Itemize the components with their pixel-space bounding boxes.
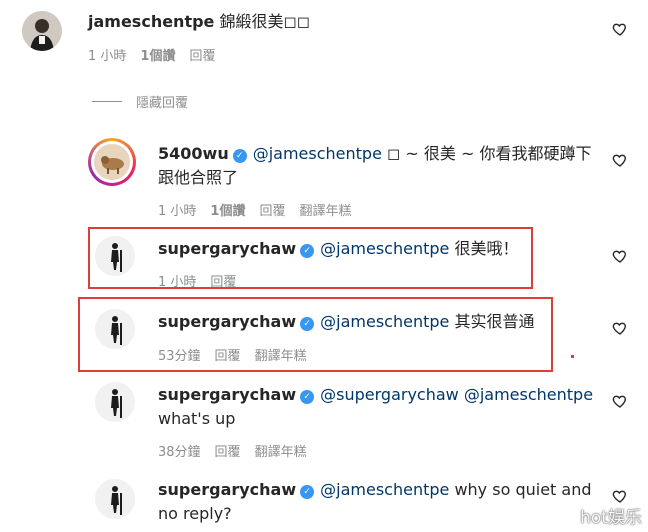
comment-supergarychaw-4: supergarychaw ✓ @jameschentpe why so quiet… — [0, 468, 648, 532]
avatar — [94, 144, 130, 180]
comment-body: 很美哦！ — [454, 239, 519, 258]
avatar[interactable] — [95, 382, 135, 422]
comment-supergarychaw-1: supergarychaw ✓ @jameschentpe 很美哦！ 1 小時 回覆 — [0, 225, 648, 290]
story-ring-avatar[interactable] — [88, 138, 136, 186]
comment-supergarychaw-3: supergarychaw ✓ @supergarychaw @jameschent… — [0, 373, 648, 468]
comment-body: what's up — [158, 409, 236, 428]
timestamp[interactable]: 1 小時 — [88, 45, 126, 64]
comment-supergarychaw-2: supergarychaw ✓ @jameschentpe 其实很普通 53分鐘 回… — [0, 298, 648, 368]
comment-meta: 38分鐘 回覆 翻譯年糕 — [158, 441, 307, 460]
timestamp[interactable]: 1 小時 — [158, 200, 196, 219]
timestamp[interactable]: 53分鐘 — [158, 345, 201, 364]
reply-button[interactable]: 回覆 — [189, 45, 215, 64]
heart-icon[interactable] — [612, 248, 628, 264]
watermark: hot娱乐 — [580, 508, 642, 528]
verified-badge-icon: ✓ — [300, 390, 315, 404]
mention-link[interactable]: @jameschentpe — [320, 312, 449, 331]
comment-meta: 1 小時 1個讚 回覆 — [88, 45, 215, 64]
reply-button[interactable]: 回覆 — [215, 441, 241, 460]
translate-button[interactable]: 翻譯年糕 — [255, 441, 307, 460]
mention-link[interactable]: @supergarychaw @jameschentpe — [320, 385, 593, 404]
comment-body: 錦緞很美◻◻ — [219, 12, 311, 31]
comment-meta: 1 小時 回覆 — [158, 271, 236, 290]
reply-button[interactable]: 回覆 — [210, 271, 236, 290]
heart-icon[interactable] — [612, 320, 628, 336]
comment-text: supergarychaw ✓ @jameschentpe 其实很普通 — [158, 310, 534, 334]
comment-5400wu: 5400wu ✓ @jameschentpe ◻ ~ 很美 ~ 你看我都硬蹲下 跟他… — [0, 130, 648, 220]
username[interactable]: jameschentpe — [88, 12, 214, 31]
timestamp[interactable]: 1 小時 — [158, 271, 196, 290]
comment-body-line2: 跟他合照了 — [158, 168, 239, 187]
verified-badge-icon: ✓ — [300, 485, 315, 499]
comment-jameschentpe: jameschentpe 錦緞很美◻◻ 1 小時 1個讚 回覆 — [0, 0, 648, 80]
red-dot-mark — [571, 355, 574, 358]
heart-icon[interactable] — [612, 152, 628, 168]
comment-meta: 53分鐘 回覆 翻譯年糕 — [158, 345, 307, 364]
divider-line — [92, 101, 122, 102]
mention-link[interactable]: @jameschentpe — [320, 480, 449, 499]
comment-body: why so quiet and — [454, 480, 592, 499]
like-count[interactable]: 1個讚 — [210, 200, 245, 219]
comment-text: supergarychaw ✓ @jameschentpe why so quiet… — [158, 478, 592, 526]
comment-body: ◻ ~ 很美 ~ 你看我都硬蹲下 — [387, 144, 592, 163]
comment-text: supergarychaw ✓ @supergarychaw @jameschent… — [158, 383, 593, 431]
hide-replies-label: 隱藏回覆 — [136, 96, 189, 111]
username[interactable]: 5400wu — [158, 144, 229, 163]
hide-replies-toggle[interactable]: 隱藏回覆 — [92, 92, 188, 111]
timestamp[interactable]: 38分鐘 — [158, 441, 201, 460]
username[interactable]: supergarychaw — [158, 312, 296, 331]
avatar[interactable] — [22, 11, 62, 51]
avatar[interactable] — [95, 236, 135, 276]
comment-text: 5400wu ✓ @jameschentpe ◻ ~ 很美 ~ 你看我都硬蹲下 跟他… — [158, 142, 591, 190]
comment-body-line2: no reply? — [158, 504, 232, 523]
heart-icon[interactable] — [612, 393, 628, 409]
verified-badge-icon: ✓ — [300, 244, 315, 258]
like-count[interactable]: 1個讚 — [140, 45, 175, 64]
mention-link[interactable]: @jameschentpe — [253, 144, 382, 163]
heart-icon[interactable] — [612, 488, 628, 504]
avatar[interactable] — [95, 479, 135, 519]
reply-button[interactable]: 回覆 — [215, 345, 241, 364]
heart-icon[interactable] — [612, 21, 628, 37]
username[interactable]: supergarychaw — [158, 480, 296, 499]
comment-text: jameschentpe 錦緞很美◻◻ — [88, 10, 310, 34]
username[interactable]: supergarychaw — [158, 385, 296, 404]
username[interactable]: supergarychaw — [158, 239, 296, 258]
reply-button[interactable]: 回覆 — [259, 200, 285, 219]
translate-button[interactable]: 翻譯年糕 — [255, 345, 307, 364]
verified-badge-icon: ✓ — [300, 317, 315, 331]
mention-link[interactable]: @jameschentpe — [320, 239, 449, 258]
comment-text: supergarychaw ✓ @jameschentpe 很美哦！ — [158, 237, 518, 261]
verified-badge-icon: ✓ — [232, 149, 247, 163]
translate-button[interactable]: 翻譯年糕 — [299, 200, 351, 219]
comment-body: 其实很普通 — [454, 312, 535, 331]
avatar[interactable] — [95, 309, 135, 349]
comment-meta: 1 小時 1個讚 回覆 翻譯年糕 — [158, 200, 351, 219]
